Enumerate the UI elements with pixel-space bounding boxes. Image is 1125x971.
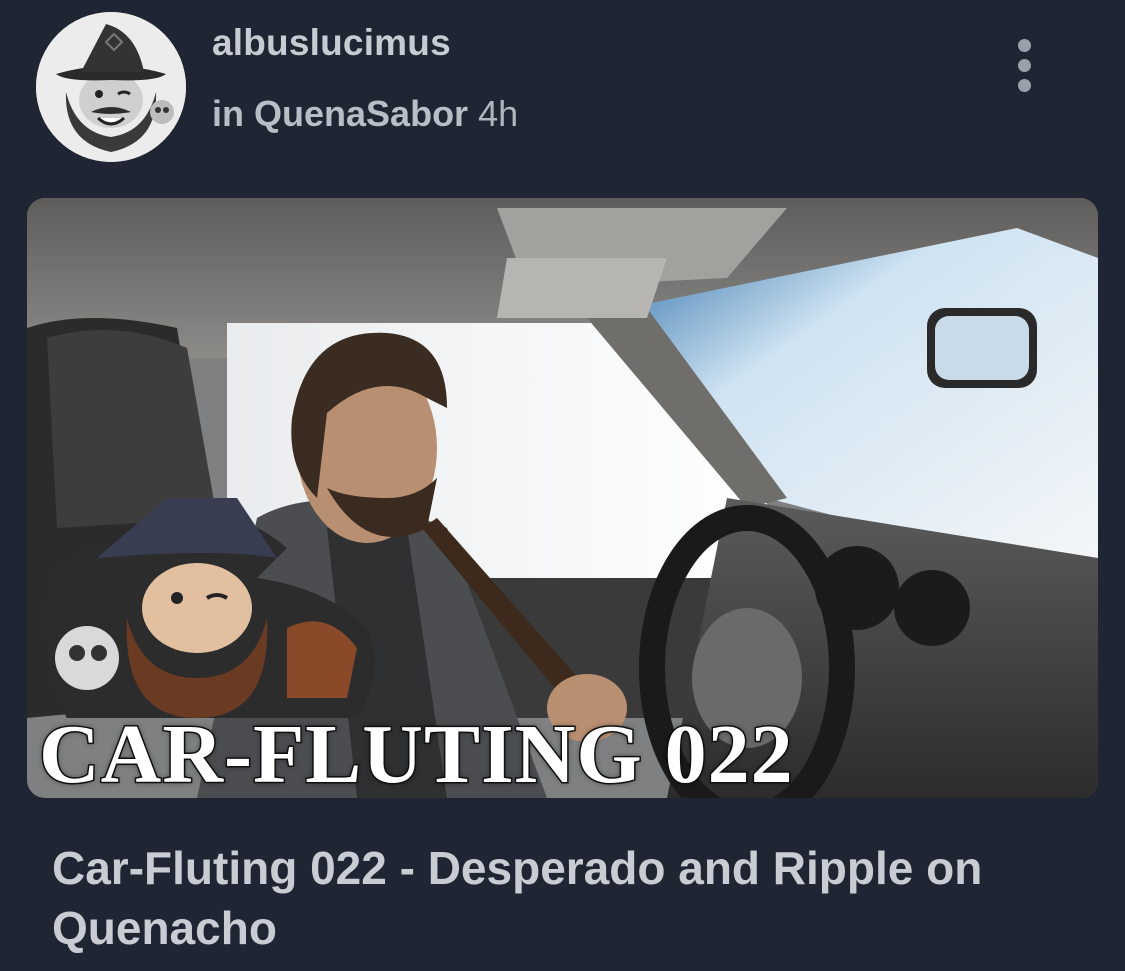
community-prefix: in: [212, 93, 244, 134]
author-username[interactable]: albuslucimus: [212, 22, 451, 64]
thumbnail-caption: CAR-FLUTING 022: [38, 707, 795, 799]
post-title[interactable]: Car-Fluting 022 - Desperado and Ripple o…: [52, 838, 1072, 958]
post-meta: in QuenaSabor 4h: [212, 93, 518, 135]
wizard-avatar-image: [36, 12, 186, 162]
author-avatar[interactable]: [36, 12, 186, 162]
post-time: 4h: [478, 93, 519, 134]
more-vertical-icon: [1004, 39, 1044, 92]
post-card: albuslucimus in QuenaSabor 4h CAR-FLUTIN…: [0, 0, 1125, 971]
community-link[interactable]: QuenaSabor: [254, 93, 468, 134]
video-thumbnail[interactable]: CAR-FLUTING 022: [27, 198, 1098, 798]
more-options-button[interactable]: [1004, 36, 1044, 96]
